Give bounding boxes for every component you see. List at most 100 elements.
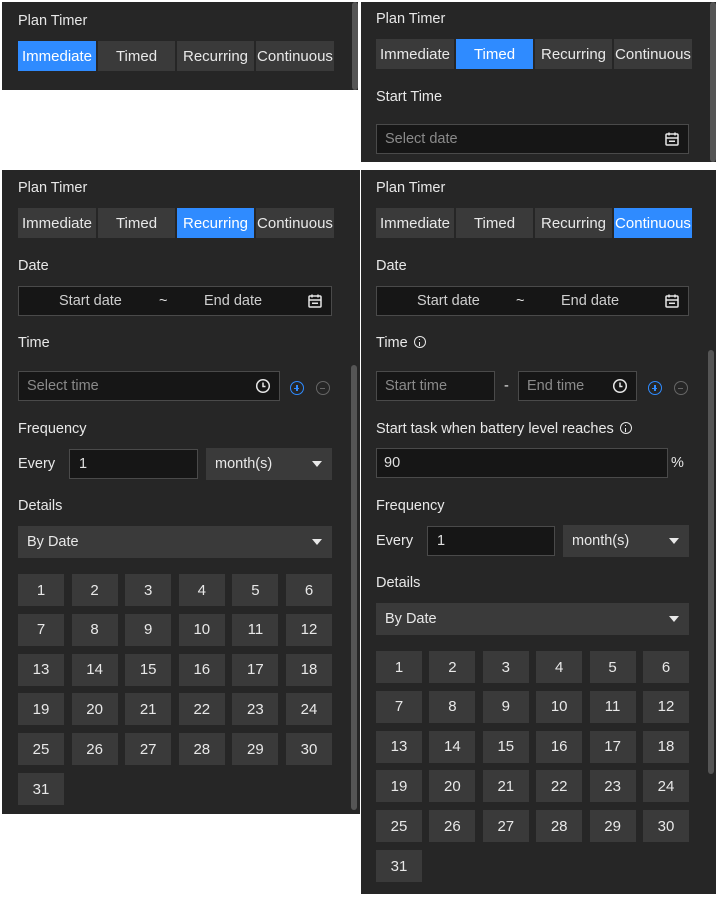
battery-level-input[interactable]: 90: [376, 448, 668, 478]
day-button-30[interactable]: 30: [286, 733, 332, 766]
mode-timed[interactable]: Timed: [98, 208, 175, 238]
day-button-24[interactable]: 24: [286, 693, 332, 726]
day-button-28[interactable]: 28: [536, 810, 583, 843]
mode-immediate[interactable]: Immediate: [376, 39, 454, 69]
mode-timed[interactable]: Timed: [456, 39, 533, 69]
day-button-10[interactable]: 10: [536, 690, 583, 723]
remove-time-icon[interactable]: [316, 381, 330, 395]
day-button-7[interactable]: 7: [18, 613, 64, 646]
day-button-5[interactable]: 5: [232, 574, 279, 606]
day-button-25[interactable]: 25: [18, 733, 64, 766]
info-icon[interactable]: [619, 422, 632, 434]
day-button-18[interactable]: 18: [286, 653, 332, 686]
day-button-18[interactable]: 18: [643, 730, 689, 763]
scrollbar[interactable]: [351, 365, 357, 810]
mode-continuous[interactable]: Continuous: [256, 208, 334, 238]
day-button-25[interactable]: 25: [376, 810, 422, 843]
day-button-2[interactable]: 2: [71, 574, 118, 606]
details-select[interactable]: By Date: [376, 603, 689, 635]
scrollbar[interactable]: [710, 2, 716, 162]
date-range-input[interactable]: Start date ~ End date: [376, 286, 689, 316]
day-button-6[interactable]: 6: [643, 651, 689, 683]
mode-immediate[interactable]: Immediate: [18, 208, 96, 238]
mode-recurring[interactable]: Recurring: [177, 208, 254, 238]
day-button-11[interactable]: 11: [232, 613, 279, 646]
day-button-26[interactable]: 26: [429, 810, 476, 843]
start-time-input[interactable]: Start time: [376, 371, 495, 401]
mode-timed[interactable]: Timed: [98, 41, 175, 71]
day-button-20[interactable]: 20: [71, 693, 118, 726]
mode-recurring[interactable]: Recurring: [177, 41, 254, 71]
day-button-16[interactable]: 16: [536, 730, 583, 763]
day-button-20[interactable]: 20: [429, 770, 476, 803]
day-button-9[interactable]: 9: [125, 613, 172, 646]
day-button-4[interactable]: 4: [178, 574, 225, 606]
mode-continuous[interactable]: Continuous: [614, 208, 692, 238]
day-button-24[interactable]: 24: [643, 770, 689, 803]
add-time-icon[interactable]: [290, 381, 304, 395]
day-button-7[interactable]: 7: [376, 690, 422, 723]
day-button-4[interactable]: 4: [536, 651, 583, 683]
day-button-23[interactable]: 23: [589, 770, 636, 803]
day-button-21[interactable]: 21: [125, 693, 172, 726]
every-value-input[interactable]: 1: [427, 526, 555, 556]
day-button-19[interactable]: 19: [376, 770, 422, 803]
day-button-14[interactable]: 14: [429, 730, 476, 763]
day-button-13[interactable]: 13: [376, 730, 422, 763]
day-button-17[interactable]: 17: [232, 653, 279, 686]
mode-recurring[interactable]: Recurring: [535, 39, 612, 69]
remove-time-icon[interactable]: [674, 381, 688, 395]
day-button-27[interactable]: 27: [125, 733, 172, 766]
mode-continuous[interactable]: Continuous: [614, 39, 692, 69]
scrollbar[interactable]: [352, 2, 358, 90]
mode-timed[interactable]: Timed: [456, 208, 533, 238]
frequency-unit-select[interactable]: month(s): [206, 448, 332, 480]
day-button-29[interactable]: 29: [232, 733, 279, 766]
day-button-30[interactable]: 30: [643, 810, 689, 843]
mode-continuous[interactable]: Continuous: [256, 41, 334, 71]
day-button-1[interactable]: 1: [376, 651, 422, 683]
mode-immediate[interactable]: Immediate: [376, 208, 454, 238]
day-button-2[interactable]: 2: [429, 651, 476, 683]
mode-immediate[interactable]: Immediate: [18, 41, 96, 71]
day-button-9[interactable]: 9: [482, 690, 529, 723]
day-button-5[interactable]: 5: [589, 651, 636, 683]
day-button-31[interactable]: 31: [376, 850, 422, 882]
day-button-1[interactable]: 1: [18, 574, 64, 606]
every-value-input[interactable]: 1: [69, 449, 198, 479]
day-button-12[interactable]: 12: [643, 690, 689, 723]
date-range-input[interactable]: Start date ~ End date: [18, 286, 332, 316]
day-button-26[interactable]: 26: [71, 733, 118, 766]
day-button-13[interactable]: 13: [18, 653, 64, 686]
day-button-15[interactable]: 15: [125, 653, 172, 686]
details-select[interactable]: By Date: [18, 526, 332, 558]
day-button-10[interactable]: 10: [178, 613, 225, 646]
day-button-8[interactable]: 8: [71, 613, 118, 646]
day-button-23[interactable]: 23: [232, 693, 279, 726]
scrollbar[interactable]: [708, 350, 714, 774]
start-date-input[interactable]: Select date: [376, 124, 689, 154]
day-button-16[interactable]: 16: [178, 653, 225, 686]
day-button-14[interactable]: 14: [71, 653, 118, 686]
day-button-28[interactable]: 28: [178, 733, 225, 766]
day-button-22[interactable]: 22: [178, 693, 225, 726]
frequency-unit-select[interactable]: month(s): [563, 525, 689, 557]
day-button-17[interactable]: 17: [589, 730, 636, 763]
day-button-27[interactable]: 27: [482, 810, 529, 843]
day-button-3[interactable]: 3: [125, 574, 172, 606]
day-button-22[interactable]: 22: [536, 770, 583, 803]
day-button-19[interactable]: 19: [18, 693, 64, 726]
day-button-6[interactable]: 6: [286, 574, 332, 606]
day-button-21[interactable]: 21: [482, 770, 529, 803]
mode-recurring[interactable]: Recurring: [535, 208, 612, 238]
time-input[interactable]: Select time: [18, 371, 280, 401]
info-icon[interactable]: [413, 336, 426, 348]
end-time-input[interactable]: End time: [518, 371, 637, 401]
day-button-29[interactable]: 29: [589, 810, 636, 843]
add-time-icon[interactable]: [648, 381, 662, 395]
day-button-31[interactable]: 31: [18, 773, 64, 805]
day-button-11[interactable]: 11: [589, 690, 636, 723]
day-button-8[interactable]: 8: [429, 690, 476, 723]
day-button-15[interactable]: 15: [482, 730, 529, 763]
day-button-3[interactable]: 3: [482, 651, 529, 683]
